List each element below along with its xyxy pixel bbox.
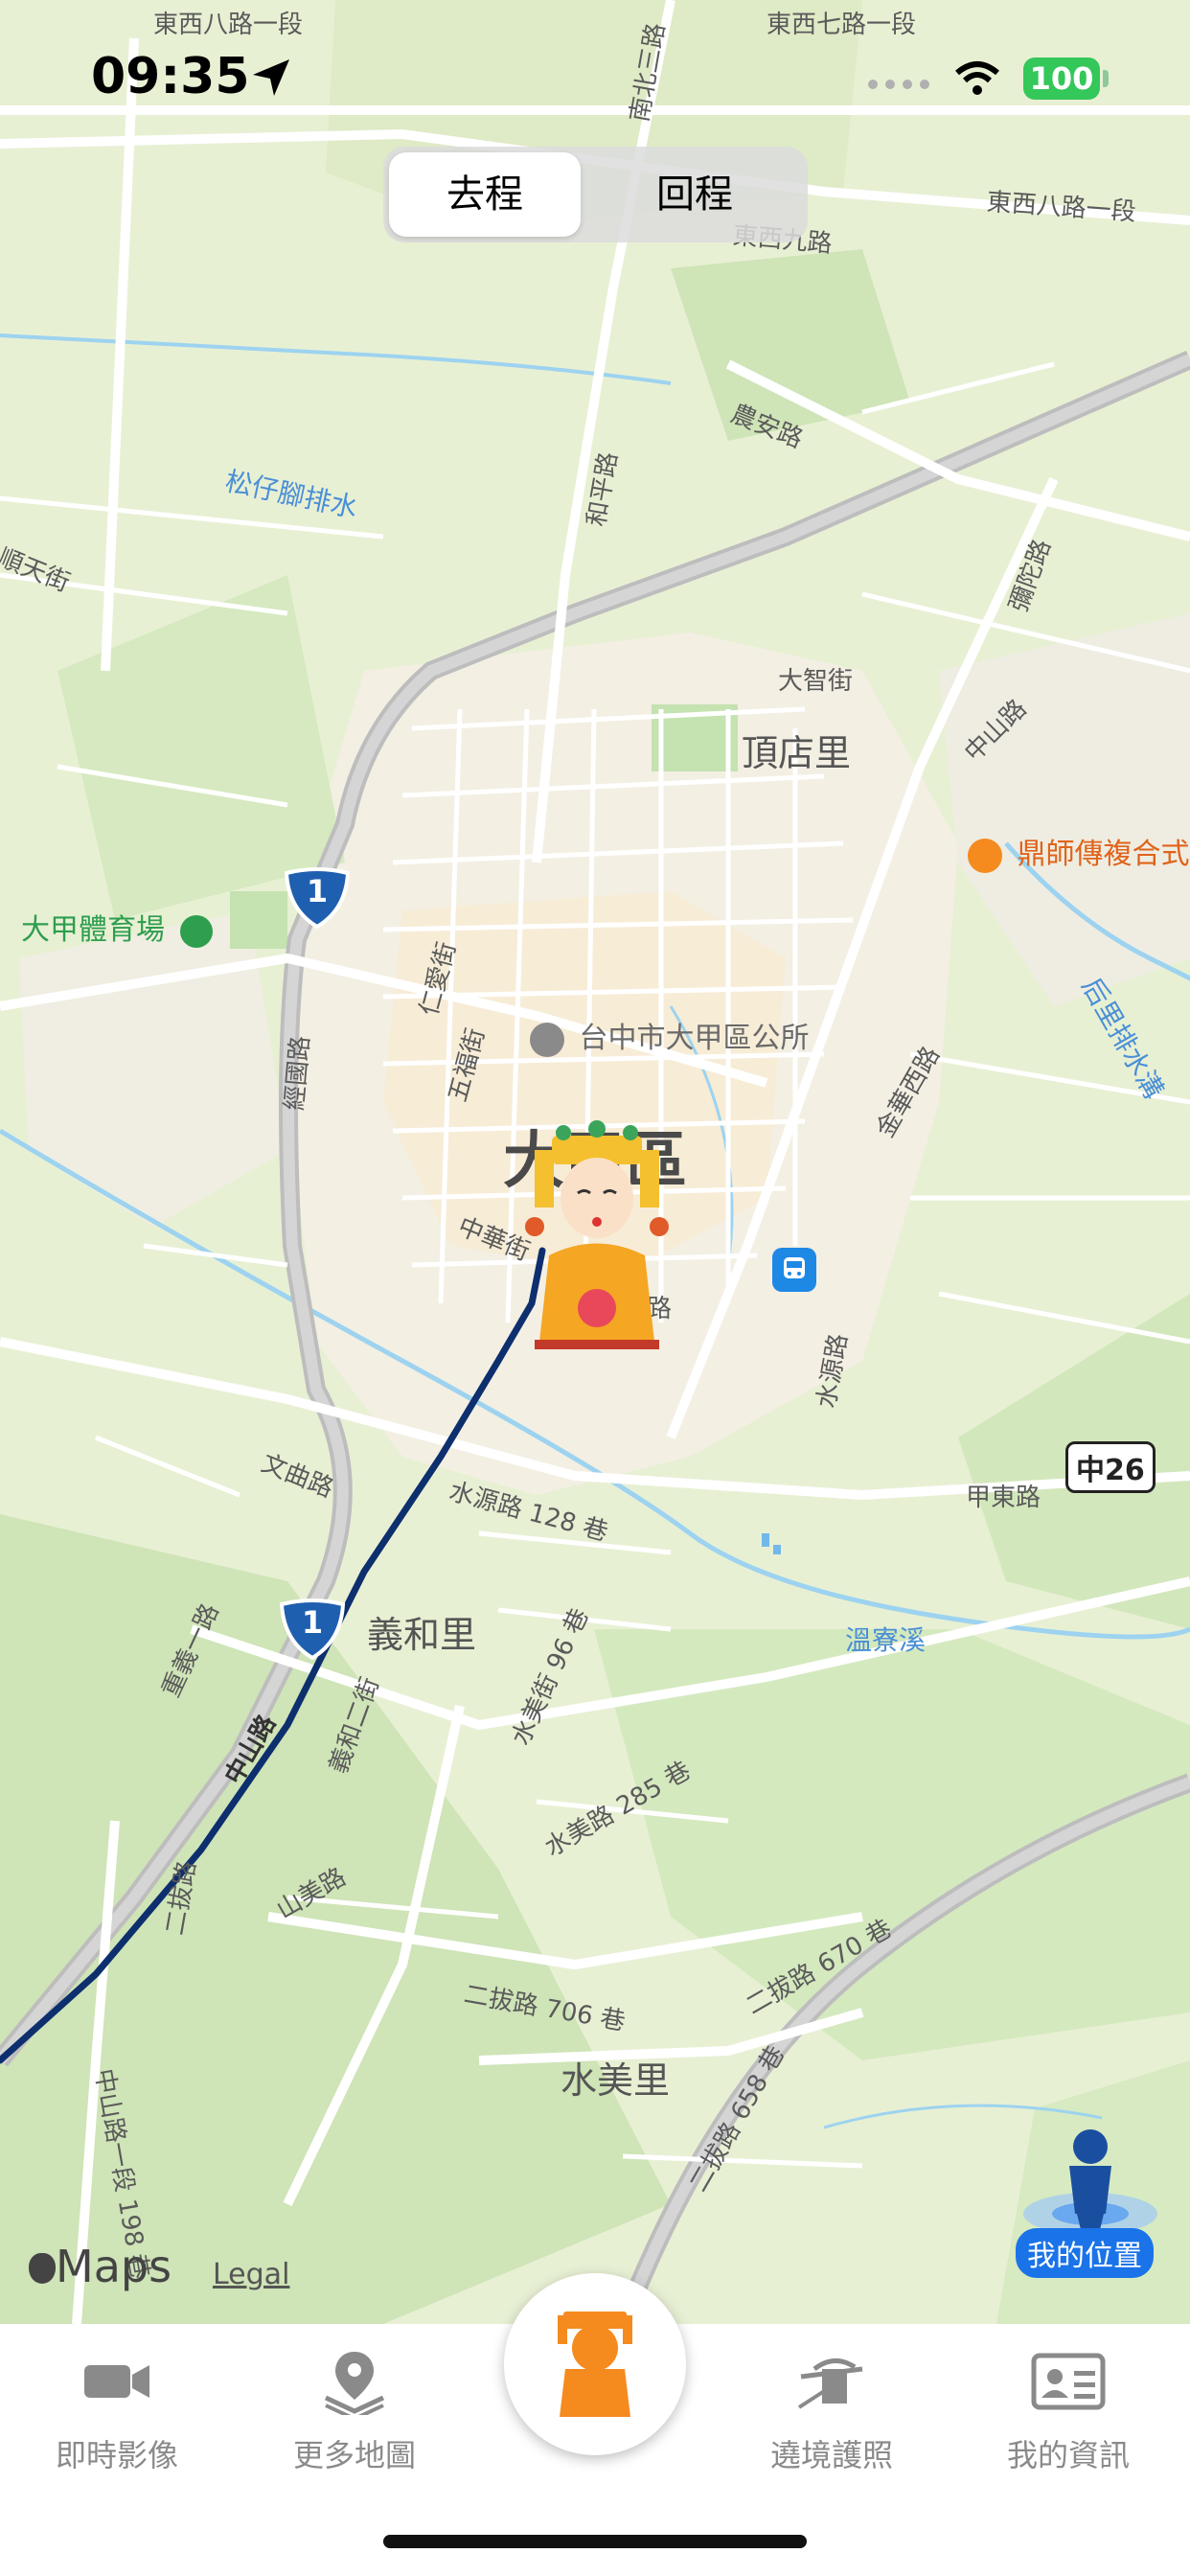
wifi-icon: [955, 61, 999, 95]
tab-pilgrimage-passport-label: 遶境護照: [769, 2437, 893, 2473]
status-bar: 09:35 100: [0, 0, 1190, 144]
freeway-shield-1-south: 1: [278, 1598, 347, 1661]
map-view[interactable]: 頂店里 義和里 水美里 大甲區 大甲體育場 鼎師傳複合式 台中市大甲區公所 松仔…: [0, 0, 1190, 2324]
status-time: 09:35: [91, 48, 250, 105]
road-label-jingguo: 經國路: [280, 1034, 316, 1113]
road-label-dazhi: 大智街: [778, 667, 854, 696]
government-icon: [530, 1022, 564, 1057]
poi-district-office[interactable]: 台中市大甲區公所: [530, 1014, 810, 1057]
map-pin-icon: [324, 2352, 385, 2415]
legal-link[interactable]: Legal: [213, 2258, 289, 2291]
center-mazu-button[interactable]: [504, 2273, 686, 2455]
train-station-icon[interactable]: [772, 1248, 816, 1292]
passport-temple-icon: [797, 2358, 863, 2409]
poi-stadium[interactable]: 大甲體育場: [21, 906, 213, 948]
battery-nub: [1103, 70, 1109, 87]
road-label-jiadong: 甲東路: [966, 1484, 1041, 1512]
poi-restaurant-label: 鼎師傳複合式: [1017, 838, 1190, 871]
area-label-yihe: 義和里: [367, 1614, 477, 1656]
video-camera-icon: [84, 2365, 149, 2398]
mazu-marker-icon[interactable]: [525, 1112, 669, 1351]
restaurant-icon: [968, 838, 1002, 873]
maps-attribution: Maps: [29, 2241, 172, 2292]
area-label-dingdian: 頂店里: [742, 732, 852, 774]
poi-restaurant[interactable]: 鼎師傳複合式: [968, 830, 1190, 873]
mazu-silhouette-icon: [558, 2312, 632, 2417]
segment-return-button[interactable]: 回程: [594, 152, 795, 237]
tab-live-video[interactable]: 即時影像: [11, 2324, 222, 2487]
area-label-shuimei: 水美里: [561, 2059, 671, 2102]
apple-logo-icon: [29, 2253, 56, 2284]
battery-indicator: 100: [1023, 58, 1100, 100]
location-arrow-icon: [253, 59, 289, 96]
tab-live-video-label: 即時影像: [55, 2437, 178, 2473]
my-location-button[interactable]: 我的位置: [1016, 2228, 1154, 2278]
segment-outbound-button[interactable]: 去程: [389, 152, 581, 237]
water-label-wenliao: 溫寮溪: [845, 1624, 927, 1656]
tab-pilgrimage-passport[interactable]: 遶境護照: [726, 2324, 937, 2487]
tab-more-maps[interactable]: 更多地圖: [249, 2324, 460, 2487]
direction-segmented-control: 去程 回程: [383, 147, 808, 242]
poi-stadium-label: 大甲體育場: [21, 913, 165, 947]
freeway-shield-1-north: 1: [283, 867, 352, 930]
signal-dots-icon: [868, 80, 929, 89]
stadium-icon: [179, 914, 213, 948]
tab-my-info[interactable]: 我的資訊: [963, 2324, 1174, 2487]
tab-my-info-label: 我的資訊: [1006, 2437, 1130, 2473]
route-shield-zhong26: 中26: [1065, 1441, 1156, 1493]
id-card-icon: [1031, 2353, 1106, 2410]
poi-district-office-label: 台中市大甲區公所: [579, 1022, 810, 1055]
tab-more-maps-label: 更多地圖: [292, 2437, 416, 2473]
home-indicator: [383, 2535, 807, 2548]
